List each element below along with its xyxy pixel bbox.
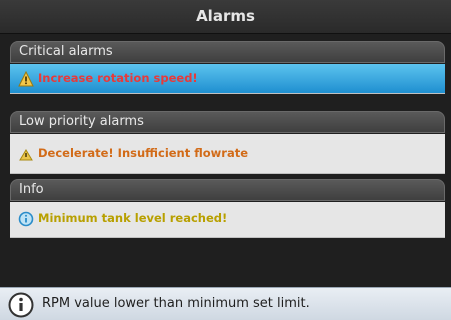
- section-header-low-priority-alarms: Low priority alarms: [10, 111, 445, 133]
- alarm-text: Increase rotation speed!: [38, 71, 198, 85]
- alarm-row-critical[interactable]: Increase rotation speed!: [10, 64, 445, 94]
- info-circle-icon: [18, 211, 34, 227]
- alarm-row-info[interactable]: Minimum tank level reached!: [10, 202, 445, 238]
- section-header-info: Info: [10, 179, 445, 201]
- status-message: RPM value lower than minimum set limit.: [42, 296, 310, 311]
- section-header-critical-alarms: Critical alarms: [10, 41, 445, 63]
- page-title: Alarms: [196, 7, 255, 25]
- section-header-label: Low priority alarms: [19, 114, 144, 129]
- warning-small-icon: [19, 149, 33, 161]
- section-header-label: Critical alarms: [19, 44, 113, 59]
- section-header-label: Info: [19, 182, 44, 197]
- title-bar: Alarms: [0, 0, 451, 34]
- alarm-row-low-priority[interactable]: Decelerate! Insufficient flowrate: [10, 134, 445, 174]
- alarm-text: Minimum tank level reached!: [38, 211, 228, 225]
- alarm-text: Decelerate! Insufficient flowrate: [38, 146, 249, 160]
- warning-triangle-icon: [18, 71, 34, 87]
- info-icon: [8, 292, 34, 318]
- status-bar: RPM value lower than minimum set limit.: [0, 287, 451, 320]
- alarms-screen: Alarms Critical alarms Increase rotation…: [0, 0, 451, 320]
